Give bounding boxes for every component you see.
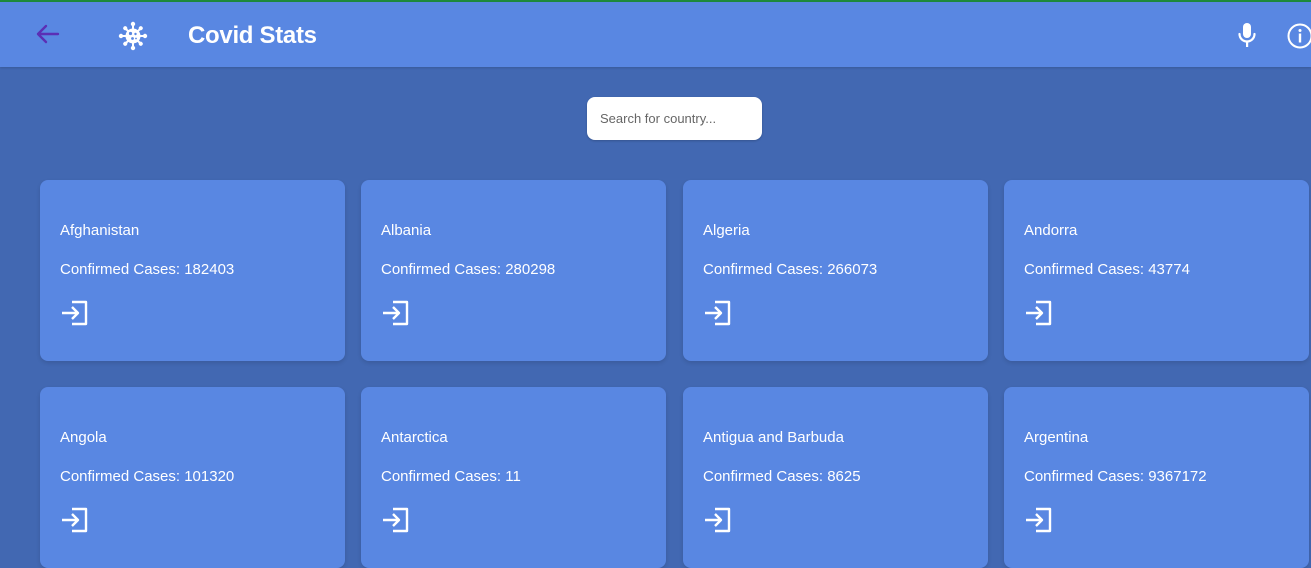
country-card[interactable]: Albania Confirmed Cases: 280298 [361,180,666,361]
confirmed-cases: Confirmed Cases: 182403 [60,261,234,279]
sign-in-icon[interactable] [1023,299,1055,327]
country-name: Angola [60,429,107,447]
country-card[interactable]: Afghanistan Confirmed Cases: 182403 [40,180,345,361]
country-name: Antigua and Barbuda [703,429,844,447]
sign-in-icon[interactable] [380,299,412,327]
country-name: Andorra [1024,222,1077,240]
confirmed-cases: Confirmed Cases: 266073 [703,261,877,279]
country-card[interactable]: Antarctica Confirmed Cases: 11 [361,387,666,568]
country-card[interactable]: Antigua and Barbuda Confirmed Cases: 862… [683,387,988,568]
confirmed-cases: Confirmed Cases: 43774 [1024,261,1190,279]
sign-in-icon[interactable] [702,299,734,327]
country-card[interactable]: Algeria Confirmed Cases: 266073 [683,180,988,361]
voice-search-button[interactable] [1232,19,1262,53]
virus-icon [117,20,149,52]
search-input[interactable] [587,97,760,140]
country-name: Antarctica [381,429,448,447]
app-bar: Covid Stats [0,2,1311,67]
app-title: Covid Stats [188,21,317,51]
sign-in-icon[interactable] [59,506,91,534]
confirmed-cases: Confirmed Cases: 101320 [60,468,234,486]
confirmed-cases: Confirmed Cases: 11 [381,468,521,486]
confirmed-cases: Confirmed Cases: 280298 [381,261,555,279]
sign-in-icon[interactable] [59,299,91,327]
country-name: Algeria [703,222,750,240]
search-box [587,97,762,140]
confirmed-cases: Confirmed Cases: 9367172 [1024,468,1207,486]
back-button[interactable] [30,19,64,49]
country-card[interactable]: Angola Confirmed Cases: 101320 [40,387,345,568]
country-card[interactable]: Argentina Confirmed Cases: 9367172 [1004,387,1309,568]
confirmed-cases: Confirmed Cases: 8625 [703,468,861,486]
country-name: Albania [381,222,431,240]
sign-in-icon[interactable] [1023,506,1055,534]
sign-in-icon[interactable] [380,506,412,534]
country-name: Afghanistan [60,222,139,240]
arrow-left-icon [34,23,60,45]
microphone-icon [1237,22,1257,50]
info-icon[interactable] [1286,22,1311,50]
country-name: Argentina [1024,429,1088,447]
sign-in-icon[interactable] [702,506,734,534]
country-card[interactable]: Andorra Confirmed Cases: 43774 [1004,180,1309,361]
